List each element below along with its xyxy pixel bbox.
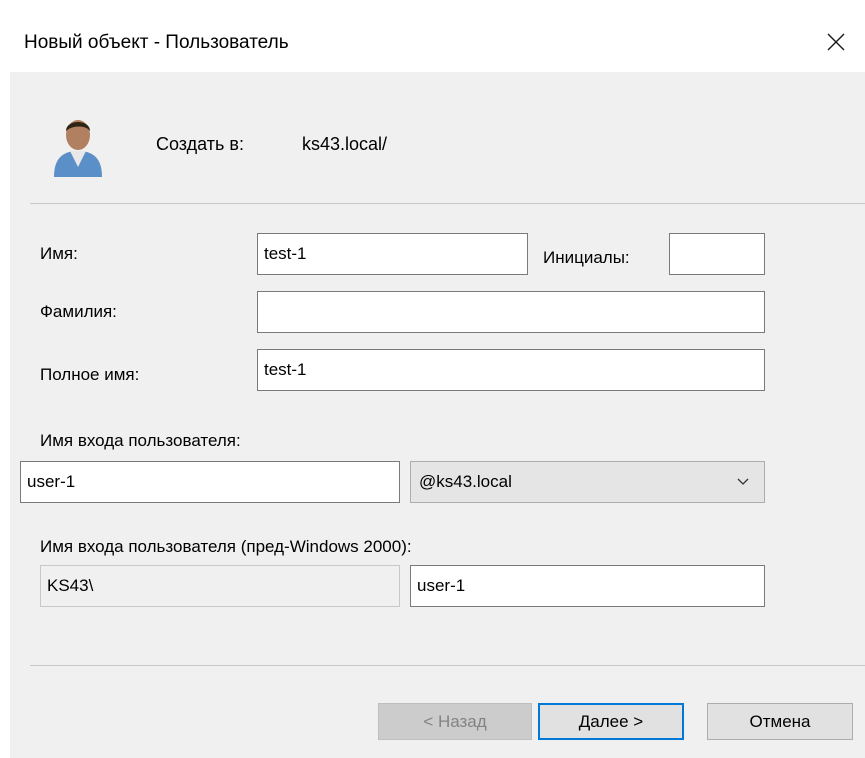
create-in-label: Создать в: [156, 134, 244, 154]
full-name-label: Полное имя: [40, 365, 140, 384]
last-name-label: Фамилия: [40, 302, 117, 321]
close-button[interactable] [817, 24, 855, 60]
back-button[interactable]: < Назад [378, 703, 532, 740]
initials-label: Инициалы: [543, 248, 630, 267]
create-in-path: ks43.local/ [302, 134, 388, 154]
domain-dropdown[interactable]: @ks43.local [410, 461, 765, 503]
pre2000-label: Имя входа пользователя (пред-Windows 200… [40, 537, 412, 556]
domain-dropdown-value: @ks43.local [419, 472, 512, 491]
pre2000-logon-field[interactable] [410, 565, 765, 607]
next-button-accelerator: Д [578, 711, 591, 731]
window-title: Новый объект - Пользователь [24, 32, 289, 53]
chevron-down-icon [737, 478, 749, 485]
next-button-label: алее > [590, 711, 644, 731]
title-bar: Новый объект - Пользователь [0, 14, 865, 72]
logon-name-field[interactable] [20, 461, 400, 503]
logon-name-label: Имя входа пользователя: [40, 431, 241, 450]
last-name-field[interactable] [257, 291, 765, 333]
user-icon [54, 120, 102, 177]
separator [30, 203, 865, 204]
cancel-button[interactable]: Отмена [707, 703, 853, 740]
close-icon [827, 33, 845, 51]
separator [30, 665, 865, 666]
first-name-label: Имя: [40, 244, 78, 263]
initials-field[interactable] [669, 233, 765, 275]
first-name-field[interactable] [257, 233, 528, 275]
full-name-field[interactable] [257, 349, 765, 391]
pre2000-domain-field [40, 565, 400, 607]
dialog-body: Создать в: ks43.local/ Имя: Инициалы: Фа… [10, 72, 865, 758]
next-button[interactable]: Далее > [538, 703, 684, 740]
background-strip [0, 0, 865, 14]
